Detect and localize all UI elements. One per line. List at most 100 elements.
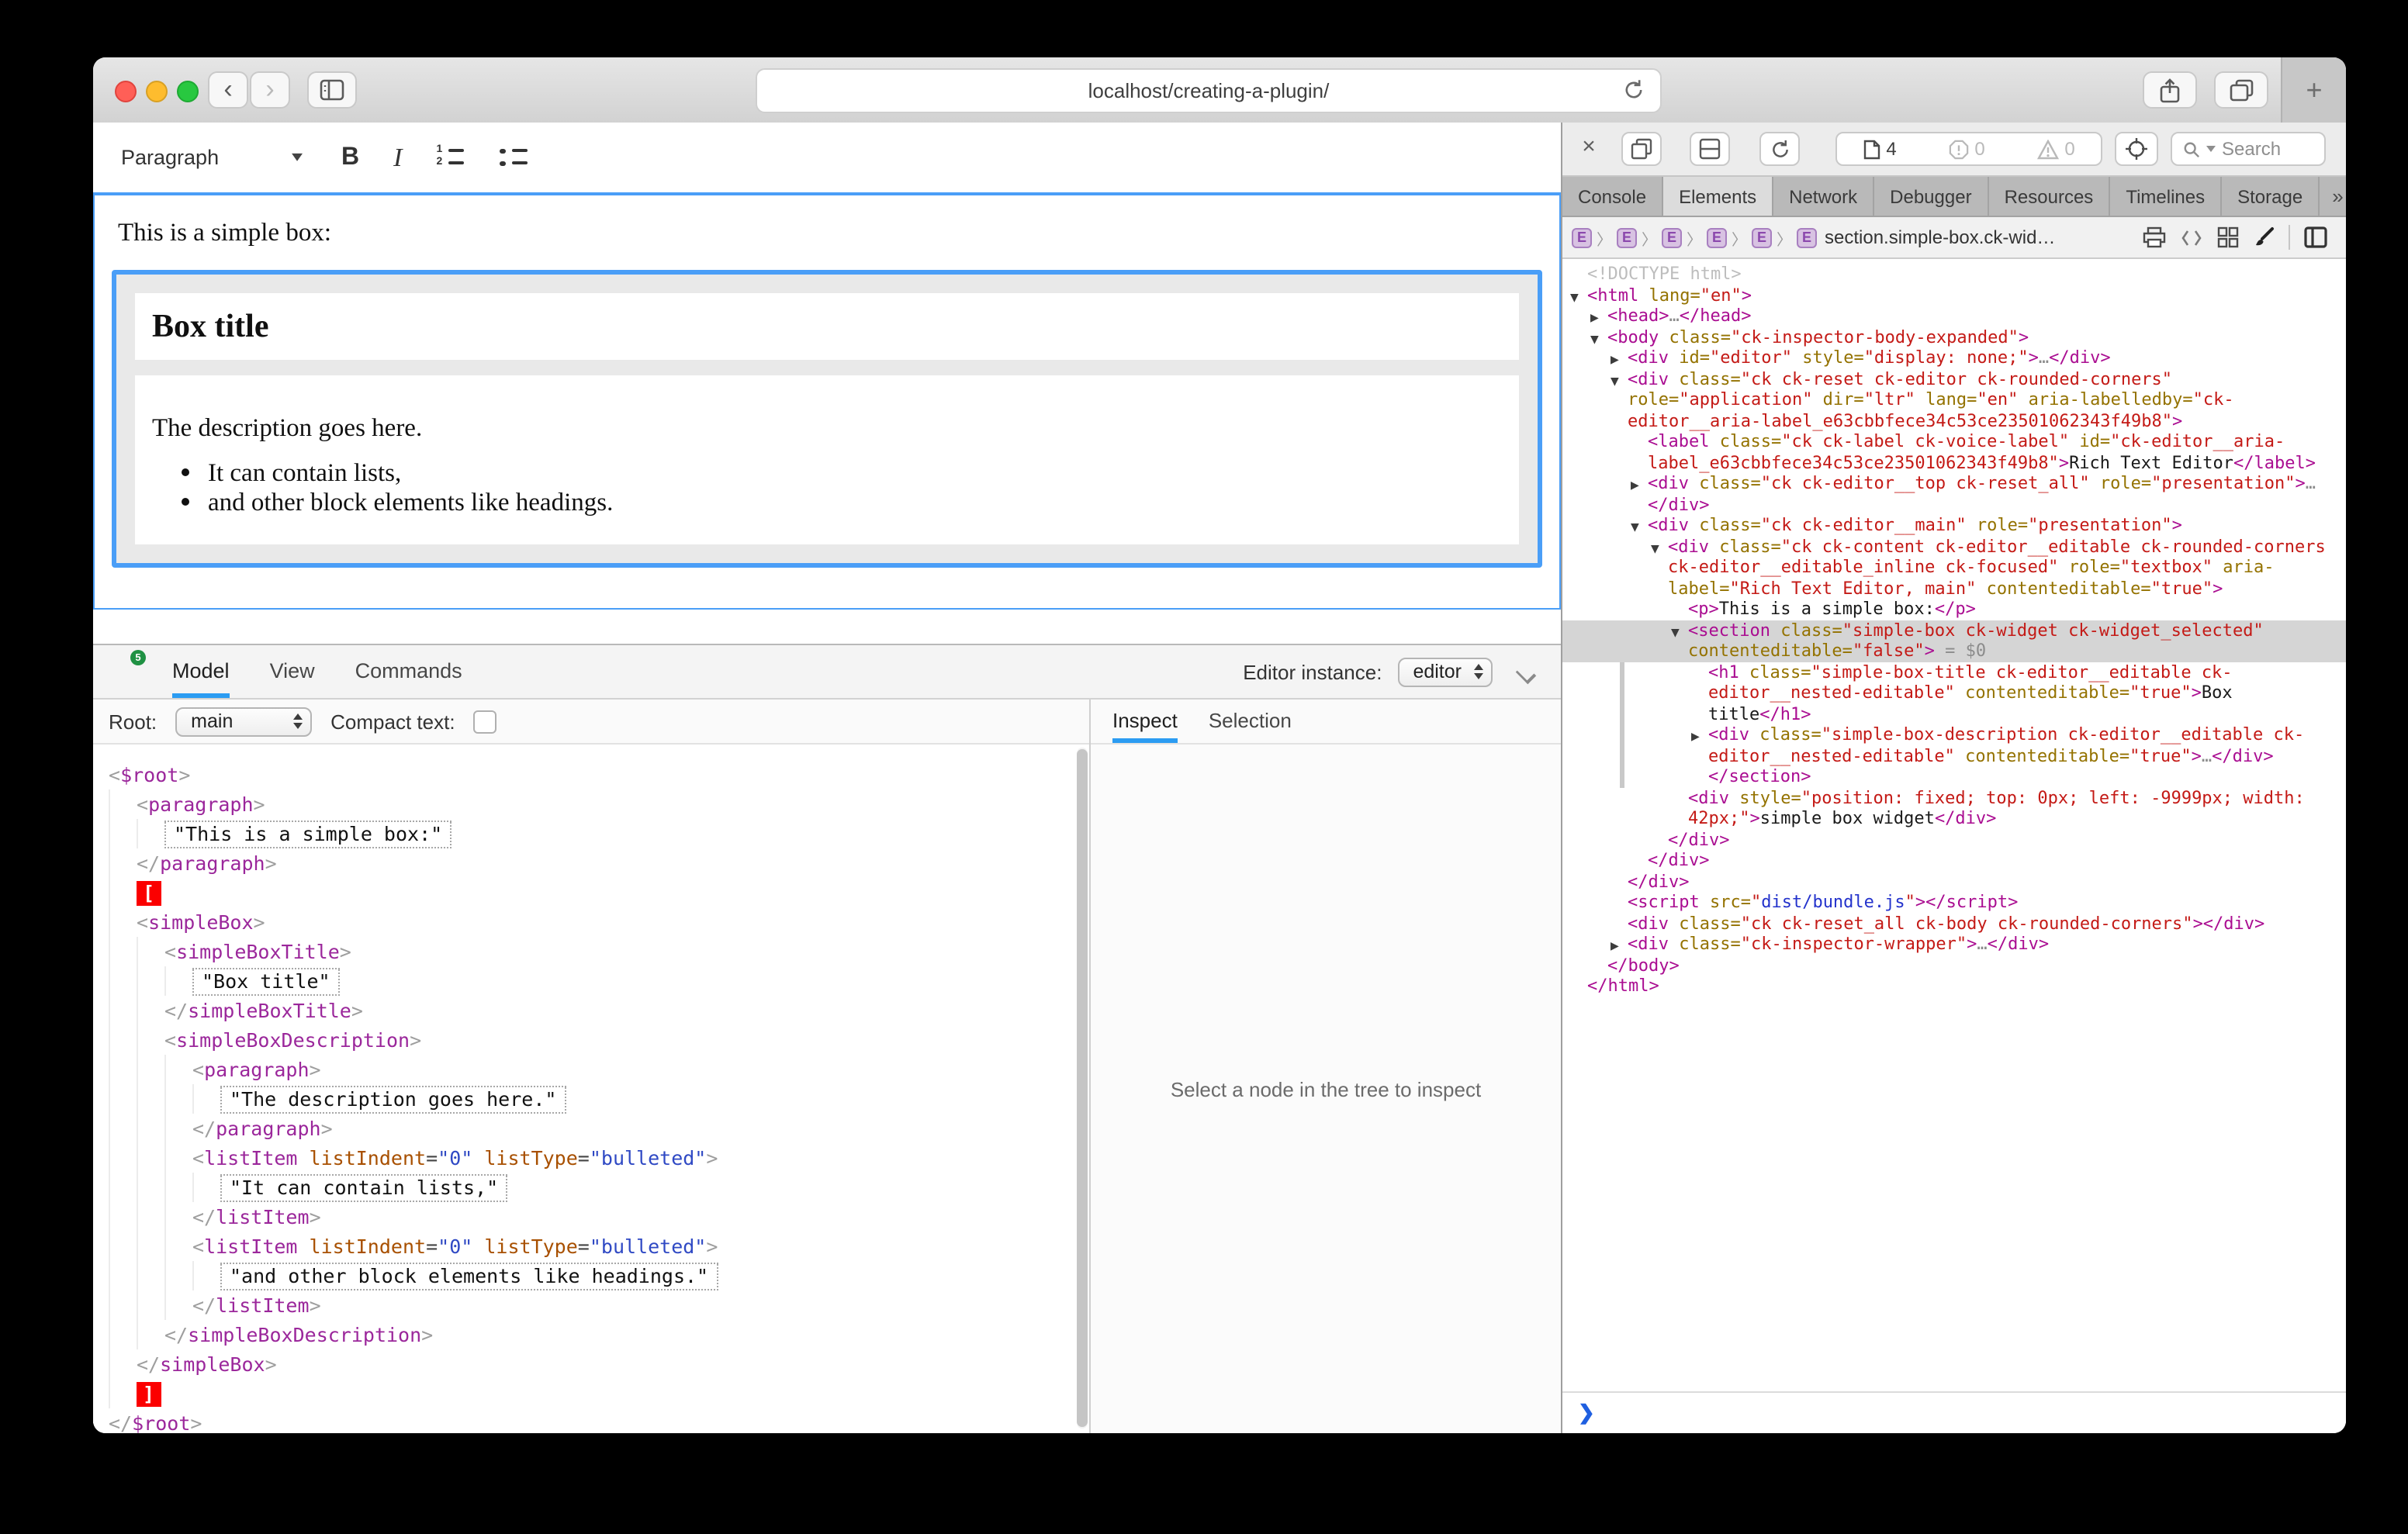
- editor-paragraph[interactable]: This is a simple box:: [118, 217, 1559, 248]
- bold-button[interactable]: B: [341, 143, 359, 171]
- dom-tree-line[interactable]: <div style="position: fixed; top: 0px; l…: [1562, 787, 2346, 829]
- disclosure-closed-icon[interactable]: ▶: [1631, 476, 1639, 497]
- model-tree-line[interactable]: "Box title": [93, 966, 1089, 996]
- model-tree-line[interactable]: </listItem>: [93, 1290, 1089, 1320]
- list-item[interactable]: and other block elements like headings.: [208, 488, 1502, 517]
- zoom-window-button[interactable]: [177, 81, 199, 102]
- simple-box-description[interactable]: The description goes here. It can contai…: [135, 375, 1519, 544]
- breadcrumb-element-badge[interactable]: E: [1752, 227, 1772, 247]
- model-tree-line[interactable]: [: [93, 878, 1089, 907]
- rich-text-editable[interactable]: This is a simple box: Box title The desc…: [93, 192, 1561, 610]
- show-source-icon[interactable]: [2180, 227, 2203, 247]
- detach-devtools-button[interactable]: [1621, 132, 1662, 166]
- element-picker-button[interactable]: [2115, 132, 2158, 166]
- dom-tree-line[interactable]: </div>: [1562, 850, 2346, 871]
- model-tree-line[interactable]: "It can contain lists,": [93, 1173, 1089, 1202]
- devtools-tab-timelines[interactable]: Timelines: [2110, 177, 2222, 216]
- dom-tree-line[interactable]: ▶<div class="simple-box-description ck-e…: [1562, 724, 2346, 766]
- dom-tree-line[interactable]: ▼<section class="simple-box ck-widget ck…: [1562, 620, 2346, 662]
- tab-overview-button[interactable]: [2214, 71, 2268, 109]
- devtools-tab-storage[interactable]: Storage: [2222, 177, 2320, 216]
- breadcrumb-element-badge[interactable]: E: [1617, 227, 1637, 247]
- box-description-list[interactable]: It can contain lists, and other block el…: [152, 459, 1502, 517]
- model-tree-line[interactable]: ]: [93, 1379, 1089, 1408]
- model-tree-line[interactable]: <listItem listIndent="0" listType="bulle…: [93, 1143, 1089, 1173]
- dom-tree-line[interactable]: ▶<div class="ck ck-editor__top ck-reset_…: [1562, 473, 2346, 515]
- devtools-tab-debugger[interactable]: Debugger: [1874, 177, 1988, 216]
- dom-tree-line[interactable]: ▼<body class="ck-inspector-body-expanded…: [1562, 326, 2346, 347]
- dom-tree-line[interactable]: </section>: [1562, 766, 2346, 787]
- issues-summary[interactable]: 4 0: [1835, 132, 2102, 166]
- dom-tree-line[interactable]: ▼<div class="ck ck-editor__main" role="p…: [1562, 515, 2346, 536]
- model-tree-line[interactable]: <simpleBoxTitle>: [93, 937, 1089, 966]
- dom-tree-line[interactable]: </html>: [1562, 976, 2346, 997]
- root-select[interactable]: main: [175, 707, 312, 736]
- inspect-tab-inspect[interactable]: Inspect: [1112, 700, 1178, 743]
- sidebar-toggle-button[interactable]: [307, 71, 357, 109]
- breadcrumb-element-badge[interactable]: E: [1797, 227, 1817, 247]
- minimize-window-button[interactable]: [146, 81, 168, 102]
- console-prompt-row[interactable]: ❯: [1562, 1391, 2346, 1433]
- breadcrumb-element-badge[interactable]: E: [1572, 227, 1592, 247]
- breadcrumb-element-badge[interactable]: E: [1662, 227, 1682, 247]
- devtools-tab-network[interactable]: Network: [1773, 177, 1874, 216]
- dom-tree-line[interactable]: <h1 class="simple-box-title ck-editor__e…: [1562, 662, 2346, 724]
- devtools-tab-resources[interactable]: Resources: [1989, 177, 2111, 216]
- dom-tree-line[interactable]: <!DOCTYPE html>: [1562, 264, 2346, 285]
- box-description-paragraph[interactable]: The description goes here.: [152, 413, 1502, 444]
- disclosure-closed-icon[interactable]: ▶: [1691, 727, 1700, 748]
- simple-box-title[interactable]: Box title: [135, 293, 1519, 360]
- model-tree-line[interactable]: </simpleBox>: [93, 1349, 1089, 1379]
- inspect-tab-selection[interactable]: Selection: [1209, 700, 1292, 743]
- inspector-tab-view[interactable]: View: [270, 645, 315, 698]
- compact-text-checkbox[interactable]: [474, 710, 497, 733]
- box-title-heading[interactable]: Box title: [152, 307, 1502, 346]
- devtools-reload-button[interactable]: [1759, 132, 1800, 166]
- reload-button[interactable]: [1621, 78, 1646, 102]
- breadcrumb-element-badge[interactable]: E: [1707, 227, 1727, 247]
- print-icon[interactable]: [2143, 226, 2166, 248]
- model-tree-line[interactable]: </simpleBoxDescription>: [93, 1320, 1089, 1349]
- styles-brush-icon[interactable]: [2253, 226, 2275, 248]
- share-button[interactable]: [2143, 71, 2197, 109]
- close-window-button[interactable]: [115, 81, 137, 102]
- back-button[interactable]: ‹: [208, 71, 248, 109]
- tabs-overflow-button[interactable]: »: [2320, 177, 2346, 216]
- collapse-inspector-button[interactable]: [1517, 662, 1536, 681]
- dom-tree-line[interactable]: ▶<div class="ck-inspector-wrapper">…</di…: [1562, 934, 2346, 955]
- dom-tree-line[interactable]: <p>This is a simple box:</p>: [1562, 599, 2346, 620]
- bulleted-list-button[interactable]: [500, 147, 529, 168]
- close-devtools-button[interactable]: ×: [1575, 133, 1603, 160]
- model-tree-line[interactable]: </listItem>: [93, 1202, 1089, 1232]
- forward-button[interactable]: ›: [250, 71, 290, 109]
- model-tree-line[interactable]: <paragraph>: [93, 1055, 1089, 1084]
- dock-devtools-button[interactable]: [1690, 132, 1730, 166]
- dom-tree-line[interactable]: ▼<div class="ck ck-content ck-editor__ed…: [1562, 536, 2346, 599]
- devtools-search-field[interactable]: Search: [2171, 132, 2326, 166]
- model-tree-line[interactable]: "This is a simple box:": [93, 819, 1089, 848]
- disclosure-open-icon[interactable]: ▼: [1671, 623, 1680, 644]
- model-tree-line[interactable]: <simpleBox>: [93, 907, 1089, 937]
- inspector-tab-commands[interactable]: Commands: [355, 645, 462, 698]
- model-tree-line[interactable]: </paragraph>: [93, 848, 1089, 878]
- model-tree-line[interactable]: <$root>: [93, 760, 1089, 789]
- model-tree-line[interactable]: </$root>: [93, 1408, 1089, 1433]
- dom-tree-line[interactable]: </div>: [1562, 829, 2346, 850]
- dom-tree-line[interactable]: <label class="ck ck-label ck-voice-label…: [1562, 431, 2346, 473]
- inspector-tab-model[interactable]: Model: [172, 645, 230, 698]
- model-tree-line[interactable]: "The description goes here.": [93, 1084, 1089, 1114]
- model-tree-line[interactable]: </simpleBoxTitle>: [93, 996, 1089, 1025]
- dom-tree-line[interactable]: <div class="ck ck-reset_all ck-body ck-r…: [1562, 913, 2346, 934]
- devtools-tab-console[interactable]: Console: [1562, 177, 1663, 216]
- disclosure-open-icon[interactable]: ▼: [1651, 539, 1659, 560]
- address-bar[interactable]: localhost/creating-a-plugin/: [756, 68, 1662, 113]
- disclosure-open-icon[interactable]: ▼: [1611, 371, 1619, 392]
- list-item[interactable]: It can contain lists,: [208, 459, 1502, 488]
- italic-button[interactable]: I: [393, 142, 402, 173]
- details-sidebar-toggle-icon[interactable]: [2304, 226, 2327, 248]
- dom-tree-line[interactable]: </div>: [1562, 871, 2346, 892]
- model-tree-line[interactable]: <listItem listIndent="0" listType="bulle…: [93, 1232, 1089, 1261]
- model-tree-line[interactable]: <paragraph>: [93, 789, 1089, 819]
- heading-dropdown[interactable]: Paragraph ▾: [121, 146, 301, 169]
- simple-box-widget[interactable]: Box title The description goes here. It …: [112, 270, 1542, 568]
